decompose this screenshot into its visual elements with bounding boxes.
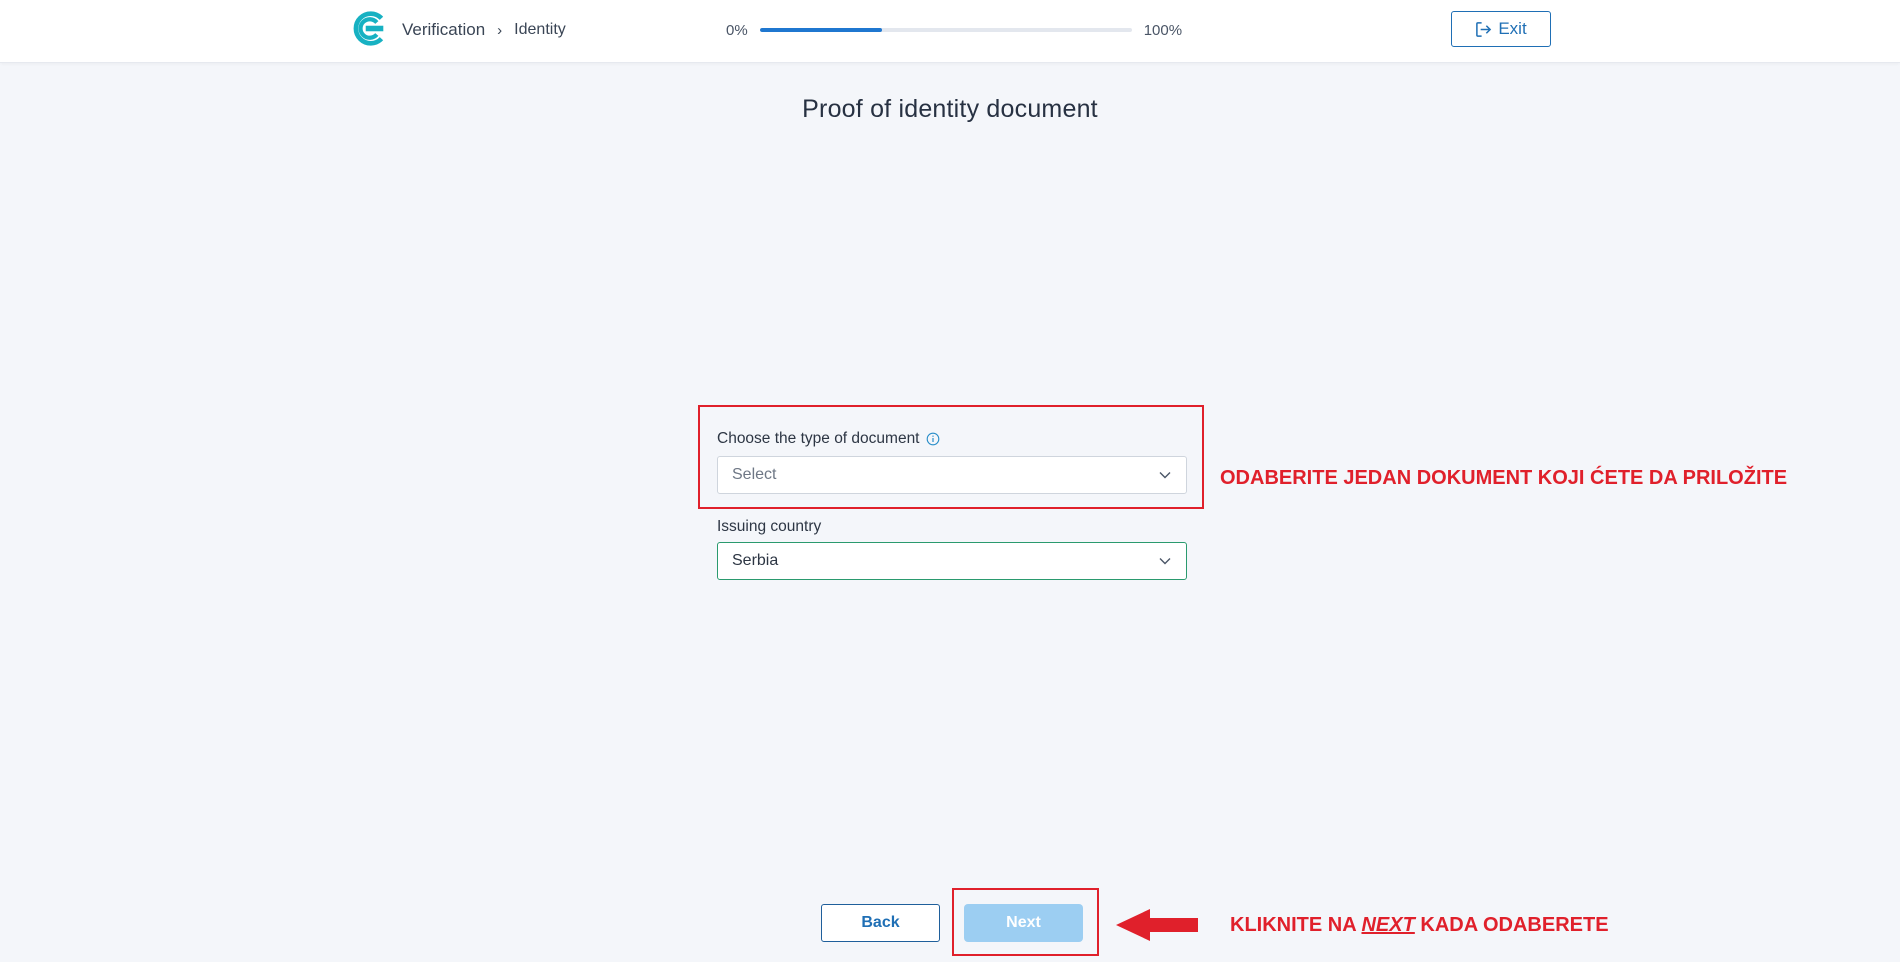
brand-logo-icon (353, 11, 384, 46)
issuing-country-select[interactable]: Serbia (717, 542, 1187, 580)
back-button[interactable]: Back (821, 904, 940, 942)
top-bar: Verification › Identity 0% 100% Exit (0, 0, 1900, 63)
next-hint-after: KADA ODABERETE (1420, 914, 1609, 936)
chevron-right-icon: › (497, 21, 503, 39)
progress-end-label: 100% (1143, 21, 1183, 39)
breadcrumb: Verification › Identity (402, 19, 566, 41)
progress-fill (759, 28, 883, 32)
exit-icon (1476, 21, 1492, 37)
page-title: Proof of identity document (802, 95, 1098, 123)
breadcrumb-identity: Identity (514, 21, 566, 38)
progress-indicator: 0% 100% (726, 20, 1182, 40)
next-hint-before: KLIKNITE NA (1230, 914, 1356, 936)
exit-button-label: Exit (1498, 19, 1527, 38)
issuing-country-value: Serbia (732, 552, 779, 569)
next-button-highlight (952, 888, 1099, 956)
next-hint-emphasis: NEXT (1361, 914, 1415, 936)
progress-start-label: 0% (726, 21, 748, 39)
progress-track (759, 28, 1132, 32)
document-type-highlight (698, 405, 1204, 509)
breadcrumb-verification[interactable]: Verification (402, 20, 485, 40)
chevron-down-icon (1159, 558, 1171, 565)
arrow-left-icon (1116, 909, 1198, 941)
issuing-country-label: Issuing country (717, 518, 822, 535)
next-hint-text: KLIKNITE NA NEXT KADA ODABERETE (1230, 914, 1609, 937)
exit-button[interactable]: Exit (1451, 11, 1551, 47)
document-hint-text: ODABERITE JEDAN DOKUMENT KOJI ĆETE DA PR… (1220, 467, 1788, 489)
